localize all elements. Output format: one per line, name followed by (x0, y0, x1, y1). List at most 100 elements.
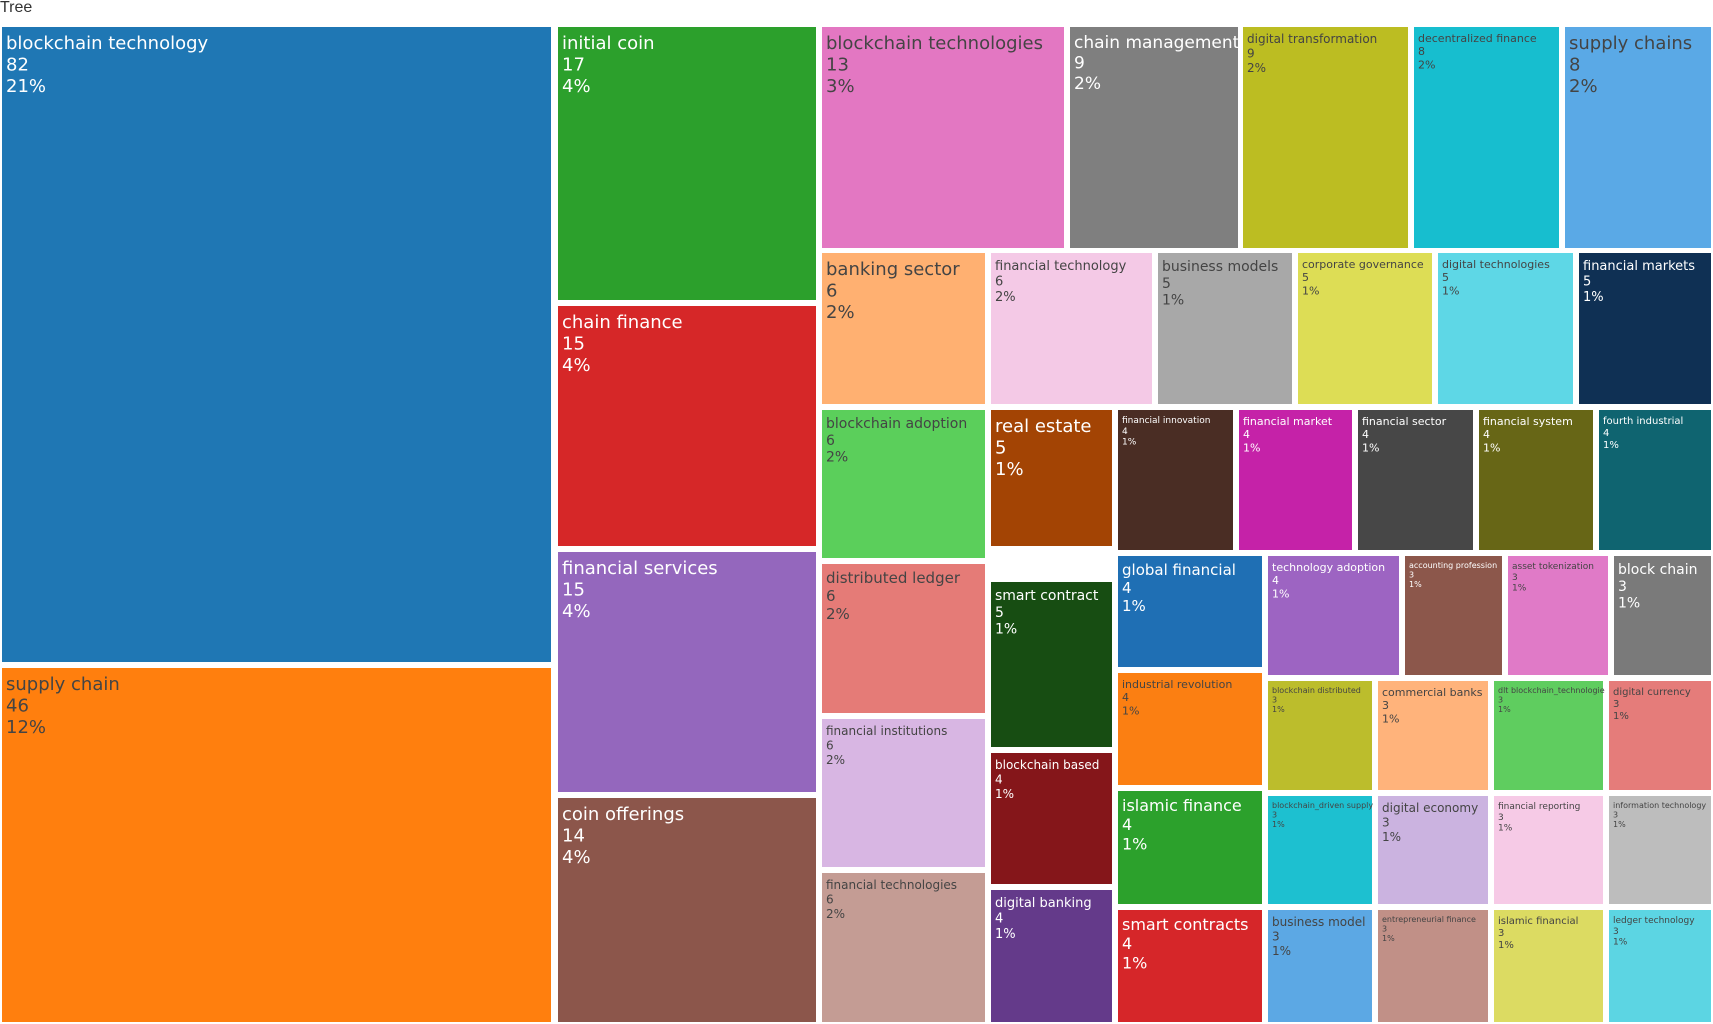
tile-label: financial technology (995, 259, 1127, 274)
treemap-tile-dlt-blockchain-technologie[interactable]: dlt blockchain_technologie31% (1494, 681, 1605, 790)
treemap-tile-blockchain-technologies[interactable]: blockchain technologies133% (822, 27, 1064, 248)
treemap-tile-fourth-industrial[interactable]: fourth industrial41% (1599, 410, 1711, 550)
tile-label: business models (1162, 259, 1278, 275)
tile-value: 5 (1302, 271, 1309, 284)
tile-percent: 1% (1122, 834, 1147, 853)
tile-value: 4 (995, 772, 1003, 786)
treemap-tile-financial-technologies[interactable]: financial technologies62% (822, 873, 985, 1022)
treemap-tile-blockchain-based[interactable]: blockchain based41% (991, 753, 1112, 884)
treemap-tile-supply-chain[interactable]: supply chain4612% (2, 668, 551, 1022)
treemap-tile-digital-currency[interactable]: digital currency31% (1609, 681, 1711, 790)
treemap-tile-asset-tokenization[interactable]: asset tokenization31% (1508, 556, 1608, 675)
treemap-tile-smart-contract[interactable]: smart contract51% (991, 582, 1112, 747)
treemap-tile-information-technology[interactable]: information technology31% (1609, 796, 1711, 904)
tile-label: smart contracts (1122, 915, 1248, 934)
tile-label: accounting profession (1409, 561, 1497, 570)
treemap-tile-block-chain[interactable]: block chain31% (1614, 556, 1711, 675)
tile-rect (822, 27, 1064, 248)
treemap-tile-technology-adoption[interactable]: technology adoption41% (1268, 556, 1399, 675)
tile-percent: 1% (995, 927, 1016, 942)
tile-label: digital currency (1613, 687, 1691, 698)
treemap-tile-financial-system[interactable]: financial system41% (1479, 410, 1593, 550)
tile-value: 3 (1613, 811, 1618, 820)
tile-value: 9 (1074, 53, 1085, 73)
treemap-tile-digital-technologies[interactable]: digital technologies51% (1438, 253, 1573, 404)
tile-percent: 2% (1569, 76, 1598, 97)
tile-rect (822, 410, 985, 558)
tile-percent: 4% (562, 847, 591, 868)
tile-label: coin offerings (562, 804, 684, 825)
tile-value: 4 (1122, 427, 1128, 437)
treemap-tile-financial-institutions[interactable]: financial institutions62% (822, 719, 985, 867)
tile-percent: 1% (1272, 944, 1291, 958)
treemap-tile-decentralized-finance[interactable]: decentralized finance82% (1414, 27, 1559, 248)
tile-percent: 2% (995, 290, 1016, 305)
treemap-tile-ledger-technology[interactable]: ledger technology31% (1609, 910, 1711, 1022)
treemap-tile-financial-innovation[interactable]: financial innovation41% (1118, 410, 1233, 550)
treemap-tile-corporate-governance[interactable]: corporate governance51% (1298, 253, 1432, 404)
tile-label: financial market (1243, 415, 1333, 428)
tile-percent: 1% (1302, 284, 1319, 297)
tile-label: financial institutions (826, 724, 947, 738)
tile-value: 3 (1613, 699, 1619, 710)
tile-rect (991, 582, 1112, 747)
treemap-tile-digital-transformation[interactable]: digital transformation92% (1243, 27, 1408, 248)
treemap-tile-supply-chains[interactable]: supply chains82% (1565, 27, 1711, 248)
tile-percent: 1% (995, 787, 1014, 801)
tile-value: 14 (562, 826, 585, 847)
treemap-tile-business-models[interactable]: business models51% (1158, 253, 1292, 404)
treemap-tile-blockchain-technology[interactable]: blockchain technology8221% (2, 27, 551, 662)
treemap-tile-financial-services[interactable]: financial services154% (558, 552, 816, 792)
treemap-tile-business-model[interactable]: business model31% (1268, 910, 1372, 1022)
tile-percent: 1% (1603, 440, 1619, 451)
treemap-tile-chain-management[interactable]: chain management92% (1070, 27, 1240, 248)
tile-percent: 1% (1442, 284, 1459, 297)
tile-percent: 1% (1618, 596, 1640, 612)
tile-label: decentralized finance (1418, 32, 1537, 45)
tile-label: financial sector (1362, 415, 1447, 428)
tile-percent: 1% (1272, 705, 1285, 714)
treemap-tile-distributed-ledger[interactable]: distributed ledger62% (822, 564, 985, 713)
treemap-tile-industrial-revolution[interactable]: industrial revolution41% (1118, 673, 1262, 785)
tile-label: entrepreneurial finance (1382, 915, 1476, 924)
tile-rect (558, 552, 816, 792)
tile-value: 4 (1362, 428, 1369, 441)
tile-label: digital technologies (1442, 258, 1550, 271)
tile-value: 4 (1272, 574, 1279, 587)
treemap-tile-initial-coin[interactable]: initial coin174% (558, 27, 816, 300)
treemap-tile-islamic-finance[interactable]: islamic finance41% (1118, 791, 1262, 904)
tile-percent: 2% (1074, 74, 1101, 94)
tile-value: 3 (1382, 815, 1390, 829)
tile-value: 6 (826, 587, 836, 605)
tile-rect (1268, 796, 1372, 904)
tile-value: 3 (1498, 813, 1504, 823)
treemap-tile-financial-technology[interactable]: financial technology62% (991, 253, 1152, 404)
tile-rect (1494, 796, 1603, 904)
treemap-tile-accounting-profession[interactable]: accounting profession31% (1405, 556, 1502, 675)
treemap-tile-financial-reporting[interactable]: financial reporting31% (1494, 796, 1603, 904)
treemap-tile-chain-finance[interactable]: chain finance154% (558, 306, 816, 546)
treemap-tile-blockchain-adoption[interactable]: blockchain adoption62% (822, 410, 985, 558)
treemap-tile-smart-contracts[interactable]: smart contracts41% (1118, 910, 1262, 1022)
treemap-tile-real-estate[interactable]: real estate51% (991, 410, 1112, 546)
treemap-tile-blockchain-distributed[interactable]: blockchain distributed31% (1268, 681, 1372, 790)
tile-label: asset tokenization (1512, 562, 1594, 572)
treemap-tile-banking-sector[interactable]: banking sector62% (822, 253, 985, 404)
treemap-tile-financial-markets[interactable]: financial markets51% (1579, 253, 1711, 404)
treemap-tile-digital-banking[interactable]: digital banking41% (991, 890, 1112, 1022)
treemap-tile-digital-economy[interactable]: digital economy31% (1378, 796, 1488, 904)
tile-percent: 2% (826, 753, 845, 767)
tile-rect (1579, 253, 1711, 404)
tile-rect (1508, 556, 1608, 675)
treemap-tile-financial-sector[interactable]: financial sector41% (1358, 410, 1473, 550)
treemap-tile-global-financial[interactable]: global financial41% (1118, 556, 1262, 667)
treemap-tile-commercial-banks[interactable]: commercial banks31% (1378, 681, 1488, 790)
treemap-tile-entrepreneurial-finance[interactable]: entrepreneurial finance31% (1378, 910, 1488, 1022)
treemap-tile-financial-market[interactable]: financial market41% (1239, 410, 1352, 550)
tile-label: supply chains (1569, 33, 1692, 54)
tile-label: digital economy (1382, 801, 1478, 815)
treemap-tile-islamic-financial[interactable]: islamic financial31% (1494, 910, 1603, 1022)
treemap-tile-coin-offerings[interactable]: coin offerings144% (558, 798, 816, 1022)
tile-rect (1494, 681, 1603, 790)
treemap-tile-blockchain-driven-supply[interactable]: blockchain_driven supply31% (1268, 796, 1373, 904)
